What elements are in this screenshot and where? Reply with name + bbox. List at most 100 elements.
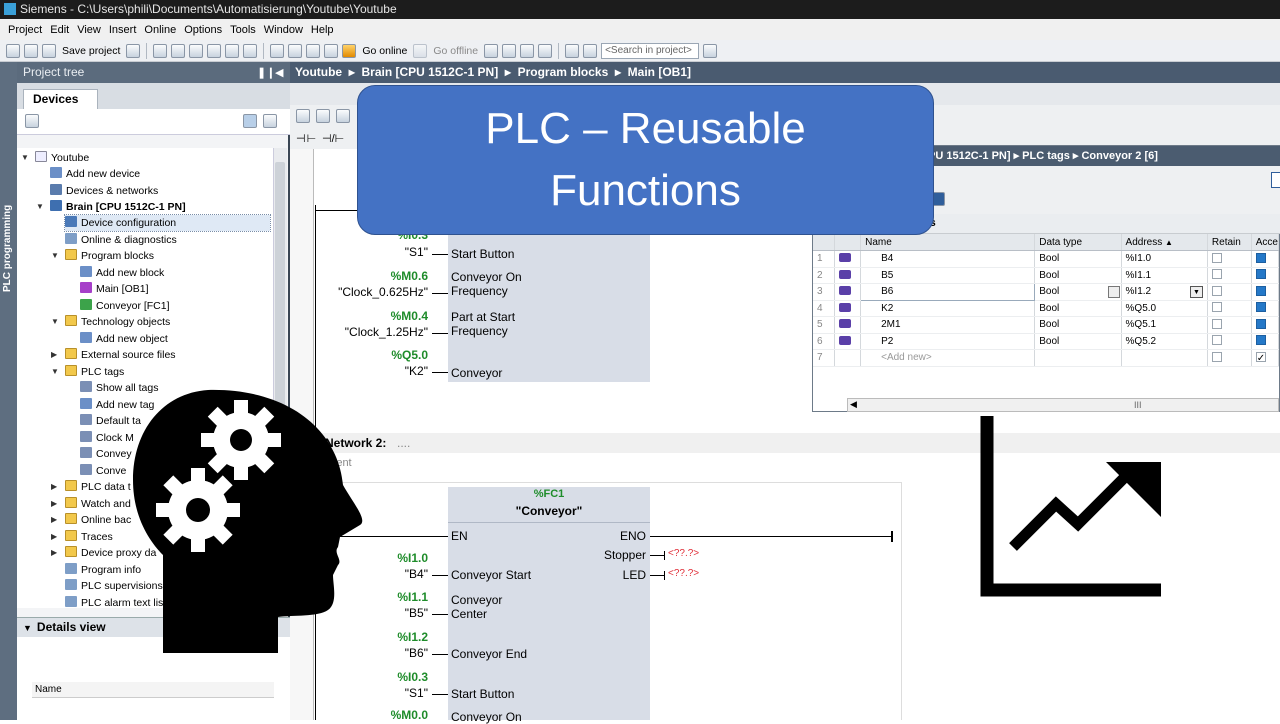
network2-title-placeholder[interactable]: .... bbox=[397, 436, 410, 450]
tree-item-external-sources[interactable]: ▶ External source files bbox=[51, 347, 176, 363]
accessible-checkbox[interactable] bbox=[1255, 335, 1266, 346]
tag-name-cell[interactable]: 2M1 bbox=[860, 316, 1036, 334]
tree-item-youtube[interactable]: ▼ Youtube bbox=[21, 150, 89, 166]
compile-icon[interactable] bbox=[270, 43, 285, 58]
paste-icon[interactable] bbox=[189, 43, 204, 58]
operand-symbol[interactable]: "Clock_1.25Hz" bbox=[320, 325, 428, 339]
accessible-checkbox[interactable]: ✓ bbox=[1255, 352, 1266, 364]
column-address[interactable]: Address ▲ bbox=[1121, 234, 1208, 251]
menu-project[interactable]: Project bbox=[4, 24, 46, 36]
table-row-add-new[interactable]: 7 <Add new> ✓ bbox=[813, 349, 1280, 367]
table-row[interactable]: 5 2M1 Bool %Q5.1 bbox=[813, 316, 1280, 334]
save-project-button[interactable]: Save project bbox=[60, 45, 122, 57]
retain-checkbox[interactable] bbox=[1211, 302, 1222, 313]
tree-item-conveyor-tags-1[interactable]: Convey bbox=[80, 446, 132, 462]
tag-address-cell[interactable]: %Q5.1 bbox=[1121, 316, 1208, 334]
type-picker-icon[interactable] bbox=[1107, 285, 1120, 298]
stop-cpu-icon[interactable] bbox=[520, 43, 535, 58]
breadcrumb-device[interactable]: Brain [CPU 1512C-1 PN] bbox=[361, 65, 498, 79]
column-data-type[interactable]: Data type bbox=[1034, 234, 1122, 251]
tag-name-cell[interactable]: B5 bbox=[860, 267, 1036, 284]
tree-item-add-device[interactable]: Add new device bbox=[50, 166, 140, 182]
menu-edit[interactable]: Edit bbox=[46, 24, 73, 36]
tree-item-brain-cpu[interactable]: ▼ Brain [CPU 1512C-1 PN] bbox=[36, 199, 186, 215]
menu-view[interactable]: View bbox=[73, 24, 105, 36]
split-horizontal-icon[interactable] bbox=[565, 43, 580, 58]
tree-item-plc-tags[interactable]: ▼ PLC tags bbox=[51, 364, 124, 380]
retain-checkbox[interactable] bbox=[1211, 252, 1222, 263]
tag-type-cell[interactable]: Bool bbox=[1034, 267, 1122, 284]
column-retain[interactable]: Retain bbox=[1207, 234, 1252, 251]
download-icon[interactable] bbox=[288, 43, 303, 58]
go-online-icon[interactable] bbox=[342, 43, 357, 58]
delete-network-icon[interactable] bbox=[336, 109, 350, 123]
tree-view-icon[interactable] bbox=[25, 114, 39, 128]
collapsed-arrow-icon[interactable]: ▶ bbox=[51, 479, 57, 495]
overview-icon[interactable] bbox=[243, 114, 257, 128]
tag-name-cell[interactable]: P2 bbox=[860, 333, 1036, 350]
expanded-arrow-icon[interactable]: ▼ bbox=[21, 150, 29, 166]
open-project-icon[interactable] bbox=[24, 43, 38, 58]
add-new-tag-cell[interactable]: <Add new> bbox=[860, 349, 1036, 367]
menu-tools[interactable]: Tools bbox=[226, 24, 260, 36]
new-project-icon[interactable] bbox=[6, 43, 20, 58]
expanded-arrow-icon[interactable]: ▼ bbox=[51, 248, 59, 264]
tree-item-traces[interactable]: ▶ Traces bbox=[51, 529, 113, 545]
tree-item-conveyor-tags-2[interactable]: Conve bbox=[80, 463, 126, 479]
menu-online[interactable]: Online bbox=[140, 24, 180, 36]
fc1-name[interactable]: "Conveyor" bbox=[448, 504, 650, 518]
tag-name-cell[interactable]: B6 bbox=[860, 283, 1036, 301]
collapse-left-icon[interactable]: ◀ bbox=[275, 66, 283, 79]
no-contact-icon[interactable]: ⊣⊢ bbox=[296, 132, 317, 145]
expanded-arrow-icon[interactable]: ▼ bbox=[36, 199, 44, 215]
table-row[interactable]: 2 B5 Bool %I1.1 bbox=[813, 267, 1280, 284]
split-vertical-icon[interactable] bbox=[583, 43, 598, 58]
simulation-icon[interactable] bbox=[324, 43, 339, 58]
sync-icon[interactable] bbox=[263, 114, 277, 128]
tab-devices[interactable]: Devices bbox=[23, 89, 98, 109]
accessible-checkbox[interactable] bbox=[1255, 269, 1266, 280]
tree-item-technology-objects[interactable]: ▼ Technology objects bbox=[51, 314, 170, 330]
tree-item-plc-data-types[interactable]: ▶ PLC data t bbox=[51, 479, 131, 495]
print-icon[interactable] bbox=[126, 43, 141, 58]
save-icon[interactable] bbox=[42, 43, 56, 58]
go-online-button[interactable]: Go online bbox=[360, 45, 409, 57]
tag-type-cell[interactable]: Bool bbox=[1034, 333, 1122, 350]
cross-reference-icon[interactable] bbox=[502, 43, 517, 58]
tree-item-main-ob1[interactable]: Main [OB1] bbox=[80, 281, 149, 297]
nc-contact-icon[interactable]: ⊣/⊢ bbox=[322, 132, 344, 145]
upload-icon[interactable] bbox=[306, 43, 321, 58]
pin-icon[interactable]: ❚❙ bbox=[257, 66, 275, 79]
accessible-checkbox[interactable] bbox=[1255, 318, 1266, 329]
table-row[interactable]: 6 P2 Bool %Q5.2 bbox=[813, 333, 1280, 350]
tag-address-cell[interactable]: %I1.1 bbox=[1121, 267, 1208, 284]
output-operand-led[interactable]: <??.?> bbox=[668, 568, 699, 579]
collapsed-arrow-icon[interactable]: ▶ bbox=[51, 512, 57, 528]
accessible-devices-icon[interactable] bbox=[484, 43, 499, 58]
menu-insert[interactable]: Insert bbox=[105, 24, 141, 36]
menu-options[interactable]: Options bbox=[180, 24, 226, 36]
search-icon[interactable] bbox=[703, 43, 718, 58]
tree-item-online-diagnostics[interactable]: Online & diagnostics bbox=[65, 232, 177, 248]
operand-symbol[interactable]: "Clock_0.625Hz" bbox=[320, 285, 428, 299]
expanded-arrow-icon[interactable]: ▼ bbox=[23, 623, 32, 633]
table-row[interactable]: 4 K2 Bool %Q5.0 bbox=[813, 300, 1280, 317]
tag-type-cell[interactable]: Bool bbox=[1034, 316, 1122, 334]
go-offline-button[interactable]: Go offline bbox=[431, 45, 480, 57]
tag-address-cell[interactable]: %Q5.0 bbox=[1121, 300, 1208, 317]
tag-address-cell[interactable]: %I1.0 bbox=[1121, 250, 1208, 268]
tree-item-add-block[interactable]: Add new block bbox=[80, 265, 164, 281]
operand-symbol[interactable]: "S1" bbox=[340, 245, 428, 259]
operand-symbol[interactable]: "S1" bbox=[340, 686, 428, 700]
tree-item-program-blocks[interactable]: ▼ Program blocks bbox=[51, 248, 154, 264]
plc-programming-tab[interactable]: PLC programming bbox=[2, 205, 13, 292]
scroll-left-icon[interactable]: ◀ bbox=[850, 399, 857, 410]
tag-address-cell[interactable]: %Q5.2 bbox=[1121, 333, 1208, 350]
expanded-arrow-icon[interactable]: ▼ bbox=[51, 364, 59, 380]
cut-icon[interactable] bbox=[153, 43, 168, 58]
insert-network-icon[interactable] bbox=[316, 109, 330, 123]
tag-name-cell[interactable]: K2 bbox=[860, 300, 1036, 317]
close-icon[interactable] bbox=[538, 43, 553, 58]
table-row[interactable]: 1 B4 Bool %I1.0 bbox=[813, 250, 1280, 268]
tree-item-watch-tables[interactable]: ▶ Watch and bbox=[51, 496, 131, 512]
